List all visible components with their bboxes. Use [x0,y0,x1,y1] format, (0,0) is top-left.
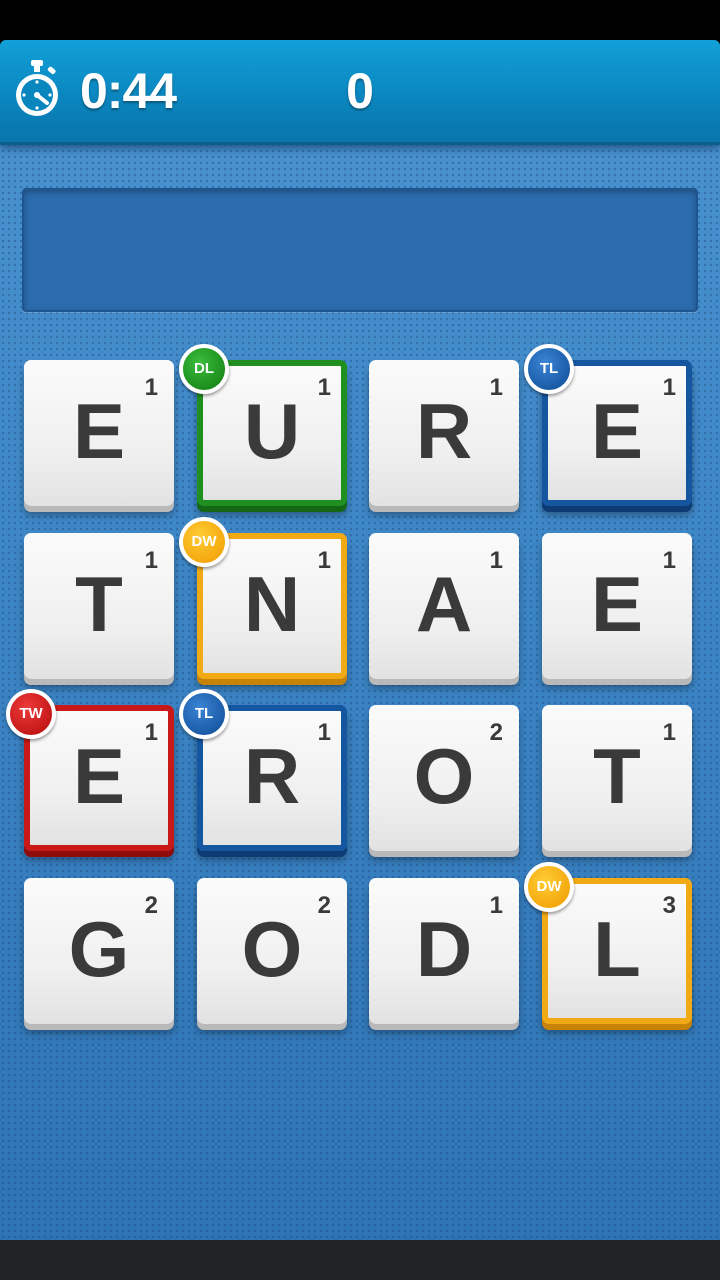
tile-points: 1 [317,547,331,574]
letter-tile[interactable]: O2 [369,705,519,851]
letter-tile[interactable]: T1 [24,533,174,679]
score-display: 0 [346,63,374,119]
navigation-bar [0,1240,720,1280]
timer-display: 0:44 [80,63,177,119]
tile-points: 1 [662,547,676,574]
bonus-badge-dl: DL [179,344,229,394]
bonus-badge-tl: TL [524,344,574,394]
tile-points: 1 [489,547,503,574]
letter-tile[interactable]: E1 [542,533,692,679]
tile-points: 1 [144,374,158,401]
letter-tile[interactable]: O2 [197,878,347,1024]
tile-points: 1 [489,892,503,919]
tile-points: 2 [317,892,331,919]
current-word-area [22,188,698,312]
tile-points: 1 [662,374,676,401]
top-bar: 0:44 0 [0,40,720,145]
bonus-badge-tw: TW [6,689,56,739]
letter-tile[interactable]: A1 [369,533,519,679]
game-screen: 0:44 0 E 1 U 1 DL R 1 E 1 TL T 1 N 1 DW A 1 E 1 E 1 TW R 1 TL O 2 T… [0,40,720,1240]
status-bar [0,0,720,40]
tile-points: 1 [662,719,676,746]
bonus-badge-dw: DW [179,517,229,567]
tile-points: 1 [489,374,503,401]
tile-points: 1 [317,719,331,746]
stopwatch-icon [16,60,58,116]
tile-points: 2 [144,892,158,919]
letter-tile[interactable]: E1 [24,360,174,506]
letter-tile[interactable]: T1 [542,705,692,851]
letter-tile[interactable]: R1 [369,360,519,506]
tile-points: 1 [144,547,158,574]
letter-tile[interactable]: G2 [24,878,174,1024]
letter-tile[interactable]: D1 [369,878,519,1024]
tile-points: 2 [489,719,503,746]
tile-points: 1 [317,374,331,401]
bonus-badge-dw: DW [524,862,574,912]
bonus-badge-tl: TL [179,689,229,739]
tile-points: 3 [662,892,676,919]
tile-points: 1 [144,719,158,746]
